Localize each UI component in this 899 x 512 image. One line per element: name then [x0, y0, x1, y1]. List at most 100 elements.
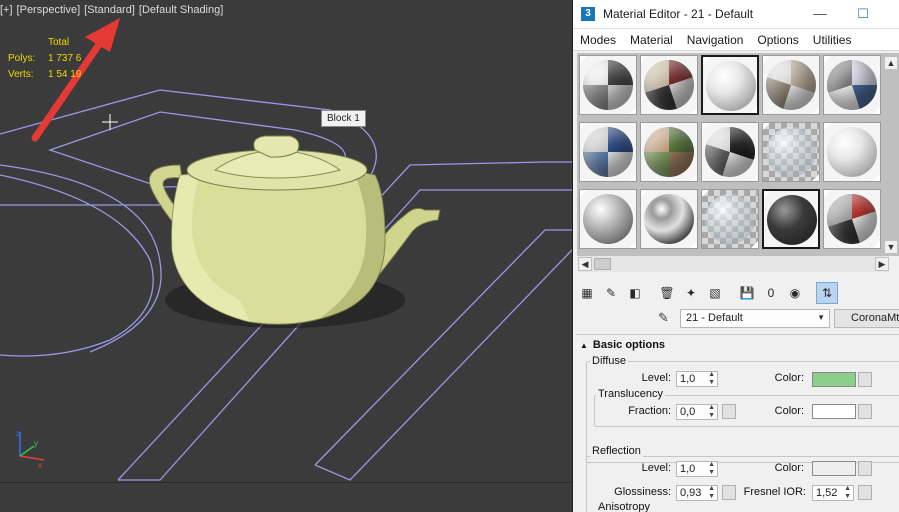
- slots-scroll-left-button[interactable]: ◀: [578, 257, 592, 271]
- slot-corner-marker: [580, 56, 587, 63]
- slot-corner-marker: [873, 241, 880, 248]
- slot-corner-marker: [629, 174, 636, 181]
- stats-verts-row: Verts: 1 54 19: [8, 69, 108, 85]
- material-preview-sphere: [827, 194, 877, 244]
- material-preview-sphere: [705, 194, 755, 244]
- slot-corner-marker: [702, 123, 709, 130]
- material-preview-sphere: [705, 127, 755, 177]
- axis-y-label: y: [34, 439, 38, 448]
- reset-map-icon[interactable]: 🗑: [656, 282, 678, 304]
- viewport-label-bar: [+] [Perspective] [Standard] [Default Shadi…: [0, 4, 227, 16]
- slot-corner-marker: [750, 106, 757, 113]
- put-to-library-icon[interactable]: ▧: [704, 282, 726, 304]
- menu-modes[interactable]: Modes: [573, 33, 623, 47]
- minimize-button[interactable]: —: [810, 4, 830, 24]
- material-slot[interactable]: [701, 122, 759, 182]
- stats-verts-value: 1 54 19: [48, 69, 82, 80]
- material-slot[interactable]: [762, 189, 820, 249]
- stats-polys-row: Polys: 1 737 6: [8, 53, 108, 69]
- viewport-shading-label[interactable]: [Default Shading]: [139, 4, 223, 16]
- slot-corner-marker: [763, 123, 770, 130]
- window-title: Material Editor - 21 - Default: [603, 7, 754, 21]
- slots-scroll-right-button[interactable]: ▶: [875, 257, 889, 271]
- viewport-statistics: Total Polys: 1 737 6 Verts: 1 54 19: [8, 37, 108, 85]
- slot-corner-marker: [811, 240, 818, 247]
- slot-corner-marker: [812, 174, 819, 181]
- material-slot[interactable]: [823, 189, 881, 249]
- app-logo-icon: 3: [581, 7, 595, 21]
- material-slot[interactable]: [701, 189, 759, 249]
- sample-slots-panel: [577, 53, 899, 256]
- teapot-model[interactable]: [148, 135, 441, 328]
- material-slot[interactable]: [823, 122, 881, 182]
- slot-corner-marker: [629, 241, 636, 248]
- slot-corner-marker: [764, 191, 771, 198]
- menu-material[interactable]: Material: [623, 33, 680, 47]
- slot-corner-marker: [641, 123, 648, 130]
- slot-corner-marker: [763, 56, 770, 63]
- slots-scroll-thumb[interactable]: [594, 258, 611, 270]
- menu-bar: Modes Material Navigation Options Utilit…: [573, 29, 899, 51]
- slot-corner-marker: [690, 241, 697, 248]
- get-material-icon[interactable]: ▦: [576, 282, 598, 304]
- assign-to-selection-icon[interactable]: ◧: [624, 282, 646, 304]
- material-preview-sphere: [766, 60, 816, 110]
- slot-corner-marker: [641, 56, 648, 63]
- material-preview-sphere: [706, 61, 756, 111]
- stats-polys-label: Polys:: [8, 53, 36, 64]
- material-preview-sphere: [583, 194, 633, 244]
- perspective-viewport[interactable]: z y x [+] [Perspective] [Standard] [Default…: [0, 0, 572, 512]
- object-tooltip: Block 1: [321, 110, 366, 127]
- viewport-menu-plus[interactable]: [+]: [0, 4, 13, 16]
- material-slot[interactable]: [762, 55, 820, 115]
- slot-corner-marker: [629, 107, 636, 114]
- material-preview-sphere: [583, 127, 633, 177]
- slot-corner-marker: [824, 56, 831, 63]
- menu-utilities[interactable]: Utilities: [806, 33, 859, 47]
- put-to-scene-icon[interactable]: ✎: [600, 282, 622, 304]
- maximize-button[interactable]: ☐: [853, 4, 873, 24]
- material-slot[interactable]: [579, 122, 637, 182]
- material-preview-sphere: [583, 60, 633, 110]
- screen: z y x [+] [Perspective] [Standard] [Default…: [0, 0, 899, 512]
- slots-scroll-up-button[interactable]: ▲: [884, 56, 898, 70]
- material-slot[interactable]: [762, 122, 820, 182]
- make-unique-icon[interactable]: ✦: [680, 282, 702, 304]
- material-preview-sphere: [827, 127, 877, 177]
- slot-corner-marker: [580, 190, 587, 197]
- slot-corner-marker: [824, 123, 831, 130]
- material-slot[interactable]: [640, 189, 698, 249]
- material-editor-titlebar[interactable]: 3 Material Editor - 21 - Default — ☐: [573, 0, 899, 29]
- show-shaded-icon[interactable]: 0: [760, 282, 782, 304]
- menu-navigation[interactable]: Navigation: [680, 33, 751, 47]
- slot-corner-marker: [702, 190, 709, 197]
- show-end-result-icon[interactable]: ◉: [784, 282, 806, 304]
- slot-corner-marker: [873, 174, 880, 181]
- slot-corner-marker: [751, 174, 758, 181]
- stats-verts-label: Verts:: [8, 69, 34, 80]
- slot-corner-marker: [641, 190, 648, 197]
- material-preview-sphere: [767, 195, 817, 245]
- material-slot[interactable]: [640, 55, 698, 115]
- slot-corner-marker: [690, 107, 697, 114]
- material-slot[interactable]: [701, 55, 759, 115]
- menu-options[interactable]: Options: [750, 33, 805, 47]
- material-preview-sphere: [644, 127, 694, 177]
- material-slot[interactable]: [579, 55, 637, 115]
- stats-header: Total: [48, 37, 70, 48]
- viewport-standard-label[interactable]: [Standard]: [84, 4, 135, 16]
- material-slot[interactable]: [579, 189, 637, 249]
- viewport-pov-label[interactable]: [Perspective]: [17, 4, 81, 16]
- slots-horizontal-scrollbar[interactable]: ◀ ▶: [578, 256, 889, 272]
- slot-corner-marker: [690, 174, 697, 181]
- material-id-icon[interactable]: 💾: [736, 282, 758, 304]
- axis-tripod-icon: [19, 432, 45, 461]
- material-preview-sphere: [644, 194, 694, 244]
- viewport-bottom-bar: [0, 482, 572, 512]
- material-preview-sphere: [644, 60, 694, 110]
- slots-scroll-down-button[interactable]: ▼: [884, 240, 898, 254]
- material-slot[interactable]: [823, 55, 881, 115]
- go-to-parent-icon[interactable]: ⇅: [816, 282, 838, 304]
- material-slot[interactable]: [640, 122, 698, 182]
- spline-curve: [0, 174, 154, 357]
